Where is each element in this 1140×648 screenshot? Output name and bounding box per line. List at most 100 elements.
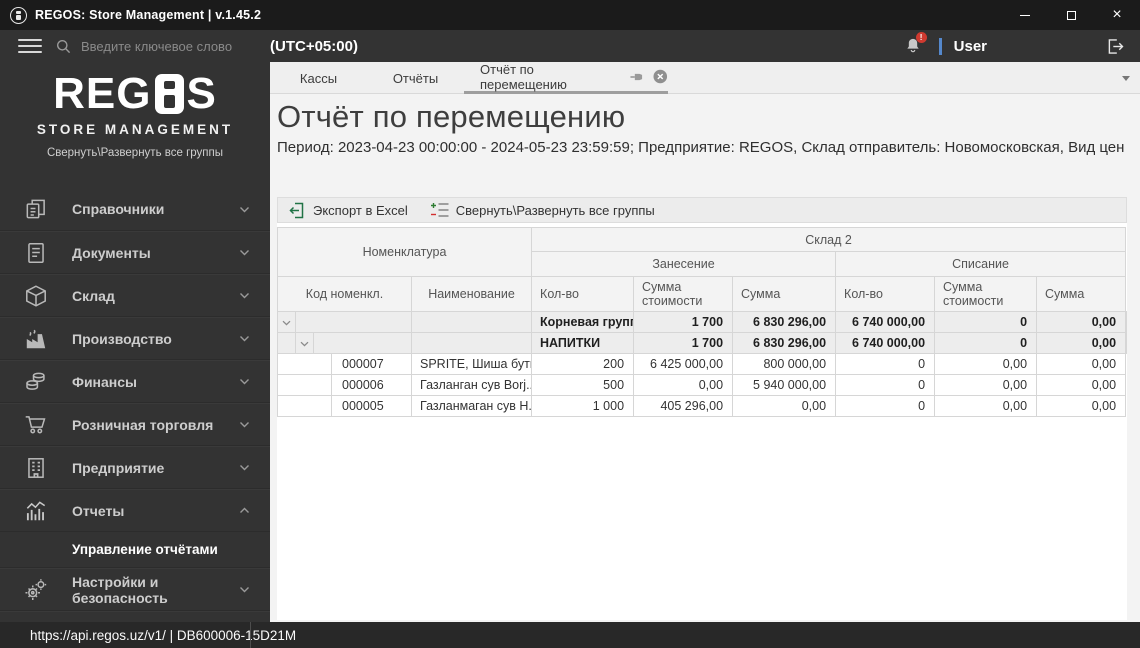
row-value: 0,00 <box>1125 311 1127 333</box>
report-content: Отчёт по перемещению Период: 2023-04-23 … <box>270 94 1140 622</box>
chevron-down-icon <box>239 292 270 299</box>
sidebar-item-label: Отчеты <box>72 502 125 519</box>
header-costsum-out[interactable]: Сумма стоимости <box>934 276 1038 312</box>
logout-button[interactable] <box>1105 36 1126 57</box>
sidebar-item-label: Настройки и безопасность <box>72 573 168 606</box>
factory-icon <box>26 329 46 348</box>
row-value: 0,00 <box>934 374 1038 396</box>
sidebar-item-enterprise[interactable]: Предприятие <box>0 446 270 489</box>
row-value: 0,00 <box>1036 353 1127 375</box>
sidebar-menu: Справочники Документы Склад Производство Фин… <box>0 188 270 622</box>
row-name: Корневая группа <box>531 311 635 333</box>
sidebar-item-retail[interactable]: Розничная торговля <box>0 403 270 446</box>
chevron-down-icon <box>239 586 270 593</box>
header-nomenclature: Номенклатура <box>276 227 533 277</box>
row-value: 800 000,00 <box>732 353 837 375</box>
maximize-button[interactable] <box>1048 0 1094 30</box>
sidebar-item-settings-security[interactable]: Настройки и безопасность <box>0 568 270 611</box>
app-logo-icon <box>10 6 27 24</box>
row-value: 405 296,00 <box>633 395 734 417</box>
table-row: 000007SPRITE, Шиша бути...2006 425 000,0… <box>277 353 1127 375</box>
row-value: 0,00 <box>934 395 1038 417</box>
header-sum-in[interactable]: Сумма <box>732 276 837 312</box>
logo-note: Свернуть\Развернуть все группы <box>46 147 224 159</box>
collapse-expand-groups-button[interactable]: Свернуть\Развернуть все группы <box>430 202 655 218</box>
status-bar: https://api.regos.uz/v1/ | DB600006-15D2… <box>0 622 1140 648</box>
row-value: 6 830 296,00 <box>732 332 837 354</box>
search-placeholder: Введите ключевое слово <box>81 38 233 54</box>
row-value: 500 <box>531 374 635 396</box>
user-menu[interactable]: User <box>954 38 987 55</box>
tab-kassy[interactable]: Кассы <box>270 62 367 94</box>
sidebar-item-label: Документы <box>72 244 151 261</box>
header-name[interactable]: Наименование <box>410 276 533 312</box>
pin-icon[interactable] <box>629 69 645 85</box>
row-value: 0,00 <box>633 374 734 396</box>
sidebar-item-warehouse[interactable]: Склад <box>0 274 270 317</box>
tab-report-movement[interactable]: Отчёт по перемещению <box>464 62 668 94</box>
row-value: 0 <box>835 374 936 396</box>
header-income: Занесение <box>531 251 837 277</box>
row-expander[interactable] <box>277 311 296 333</box>
row-code: 000006 <box>331 374 412 396</box>
main-area: (UTC+05:00) ! User Кассы Отчёты Отчёт по… <box>270 30 1140 622</box>
table-row: Корневая группа1 7006 830 296,006 740 00… <box>277 311 1127 333</box>
notification-badge: ! <box>915 32 927 43</box>
sidebar-item-production[interactable]: Производство <box>0 317 270 360</box>
row-value: 1 000 <box>531 395 635 417</box>
status-divider <box>250 622 251 648</box>
logo-block: REG S STORE MANAGEMENT Свернуть\Развернут… <box>0 62 270 188</box>
window-title: REGOS: Store Management | v.1.45.2 <box>35 8 262 22</box>
building-icon <box>28 457 44 478</box>
logout-icon <box>1108 38 1124 54</box>
row-name: НАПИТКИ <box>531 332 635 354</box>
chart-icon <box>26 500 46 520</box>
excel-export-icon <box>289 202 304 218</box>
header-qty-out[interactable]: Кол-во <box>835 276 936 312</box>
header-costsum-in[interactable]: Сумма стоимости <box>633 276 734 312</box>
sidebar-item-documents[interactable]: Документы <box>0 231 270 274</box>
header-code[interactable]: Код номенкл. <box>277 276 412 312</box>
close-button[interactable]: × <box>1094 0 1140 30</box>
row-value: 0,00 <box>1036 395 1127 417</box>
sidebar-item-label: Розничная торговля <box>72 416 214 433</box>
sidebar: Введите ключевое слово REG S STORE MANAGE… <box>0 30 270 622</box>
chevron-down-icon <box>239 464 270 471</box>
search-input[interactable]: Введите ключевое слово <box>56 39 232 54</box>
header-sum-out[interactable]: Сумма <box>1036 276 1127 312</box>
row-value: 6 740 000,00 <box>835 332 936 354</box>
api-endpoint-label: https://api.regos.uz/v1/ | DB600006-15D2… <box>30 627 297 643</box>
document-icon <box>28 242 44 263</box>
sidebar-item-directories[interactable]: Справочники <box>0 188 270 231</box>
tab-bar: Кассы Отчёты Отчёт по перемещению <box>270 62 1140 94</box>
tab-otchety[interactable]: Отчёты <box>367 62 464 94</box>
chevron-down-icon <box>239 378 270 385</box>
row-value: 200 <box>531 353 635 375</box>
hamburger-menu-icon[interactable] <box>18 39 42 53</box>
tab-overflow-chevron-icon[interactable] <box>1122 76 1130 81</box>
row-value: 1 700 <box>633 332 734 354</box>
sidebar-item-label: Справочники <box>72 201 165 217</box>
chevron-down-icon <box>239 249 270 256</box>
logo-o-icon <box>154 74 184 114</box>
table-row: 000006 Газланган сув Borj... 500 0,00 5 940 … <box>277 374 1127 396</box>
report-toolbar: Экспорт в Excel Свернуть\Развернуть все … <box>277 197 1127 223</box>
row-expander[interactable] <box>295 332 314 354</box>
row-value: 0 <box>835 353 936 375</box>
row-value: 0 <box>835 395 936 417</box>
logo-subtitle: STORE MANAGEMENT <box>36 122 234 137</box>
table-row: 000005 Газланмаган сув Н... 1 000 405 296,0… <box>277 395 1127 417</box>
notifications-button[interactable]: ! <box>903 32 927 57</box>
sidebar-item-finance[interactable]: Финансы <box>0 360 270 403</box>
sidebar-item-reports[interactable]: Отчеты <box>0 489 270 532</box>
sidebar-item-about[interactable]: О программе <box>0 611 270 622</box>
header-qty-in[interactable]: Кол-во <box>531 276 635 312</box>
row-value: 0,00 <box>1036 332 1127 354</box>
export-excel-button[interactable]: Экспорт в Excel <box>288 202 408 219</box>
row-name: Газланган сув Borj... <box>410 374 533 396</box>
minimize-button[interactable] <box>1002 0 1048 30</box>
collapse-expand-icon <box>430 203 449 217</box>
close-tab-icon[interactable] <box>653 69 668 84</box>
header-warehouse: Склад 2 <box>531 227 1127 252</box>
sidebar-item-report-management[interactable]: Управление отчётами <box>0 532 270 568</box>
